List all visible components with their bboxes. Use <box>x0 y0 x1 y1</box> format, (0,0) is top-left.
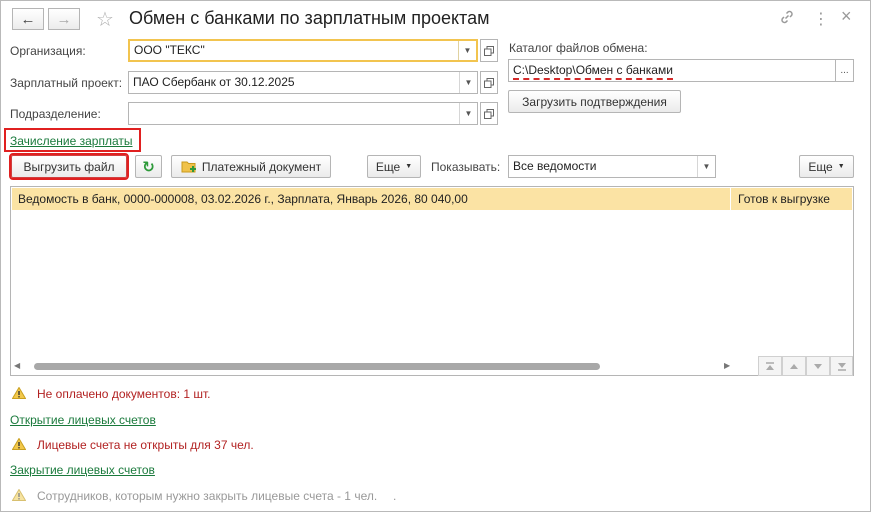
dropdown-arrow-icon[interactable]: ▼ <box>459 72 477 93</box>
trailing-dot: . <box>393 489 397 503</box>
organization-label: Организация: <box>10 44 86 58</box>
back-button[interactable]: ← <box>12 8 44 30</box>
refresh-button[interactable]: ↻ <box>135 155 162 178</box>
export-file-label: Выгрузить файл <box>23 159 115 174</box>
load-confirmations-button[interactable]: Загрузить подтверждения <box>508 90 681 113</box>
salary-project-label: Зарплатный проект: <box>10 76 123 90</box>
favorite-star-icon[interactable]: ☆ <box>96 7 114 32</box>
ellipsis-icon: ... <box>840 65 849 76</box>
payment-document-button[interactable]: Платежный документ <box>171 155 331 178</box>
salary-project-field[interactable]: ПАО Сбербанк от 30.12.2025 ▼ <box>128 71 478 94</box>
warning-icon <box>12 489 26 501</box>
row-navigation <box>758 356 853 376</box>
window-title: Обмен с банками по зарплатным проектам <box>129 8 490 28</box>
catalog-label: Каталог файлов обмена: <box>509 41 648 55</box>
horizontal-scrollbar[interactable]: ◀ ▶ <box>12 359 758 375</box>
unpaid-documents-message: Не оплачено документов: 1 шт. <box>37 387 211 401</box>
statement-status: Готов к выгрузке <box>738 192 830 206</box>
warning-icon <box>12 387 26 399</box>
department-field[interactable]: ▼ <box>128 102 478 125</box>
warning-icon <box>12 438 26 450</box>
column-divider <box>730 188 731 210</box>
forward-button[interactable]: → <box>48 8 80 30</box>
arrow-left-icon: ← <box>20 10 36 28</box>
more-actions-right-button[interactable]: Еще ▼ <box>799 155 854 178</box>
folder-add-icon <box>181 161 196 172</box>
more-actions-label: Еще <box>375 159 401 174</box>
scroll-bottom-icon[interactable] <box>830 356 853 376</box>
scrollbar-thumb[interactable] <box>34 363 600 370</box>
more-menu-icon[interactable]: ⋮ <box>813 9 829 29</box>
employees-to-close-message: Сотрудников, которым нужно закрыть лицев… <box>37 489 378 503</box>
browse-button[interactable]: ... <box>835 59 854 82</box>
payment-document-label: Платежный документ <box>201 159 322 174</box>
department-label: Подразделение: <box>10 107 101 121</box>
open-organization-icon[interactable] <box>480 39 498 62</box>
close-accounts-link[interactable]: Закрытие лицевых счетов <box>10 463 155 477</box>
more-actions-button[interactable]: Еще ▼ <box>367 155 421 178</box>
export-file-button[interactable]: Выгрузить файл <box>9 153 129 180</box>
dropdown-arrow-icon[interactable]: ▼ <box>458 41 476 60</box>
chevron-down-icon: ▼ <box>837 163 845 170</box>
table-row[interactable]: Ведомость в банк, 0000-000008, 03.02.202… <box>12 188 852 210</box>
salary-accrual-link[interactable]: Зачисление зарплаты <box>10 134 133 148</box>
scroll-up-icon[interactable] <box>782 356 806 376</box>
organization-value: ООО "ТЕКС" <box>134 43 205 57</box>
scroll-top-icon[interactable] <box>758 356 782 376</box>
scroll-left-icon[interactable]: ◀ <box>14 361 20 370</box>
statements-table: Ведомость в банк, 0000-000008, 03.02.202… <box>10 186 854 376</box>
link-icon[interactable] <box>779 9 795 28</box>
catalog-value: C:\Desktop\Обмен с банками <box>513 63 673 80</box>
scroll-down-icon[interactable] <box>806 356 830 376</box>
accounts-not-opened-message: Лицевые счета не открыты для 37 чел. <box>37 438 254 452</box>
catalog-field[interactable]: C:\Desktop\Обмен с банками <box>508 59 836 82</box>
refresh-icon: ↻ <box>142 158 155 176</box>
statement-description: Ведомость в банк, 0000-000008, 03.02.202… <box>18 192 468 206</box>
scroll-right-icon[interactable]: ▶ <box>724 361 730 370</box>
open-salary-project-icon[interactable] <box>480 71 498 94</box>
more-actions-right-label: Еще <box>808 159 833 174</box>
open-accounts-link[interactable]: Открытие лицевых счетов <box>10 413 156 427</box>
open-department-icon[interactable] <box>480 102 498 125</box>
chevron-down-icon: ▼ <box>405 163 413 170</box>
show-filter-value: Все ведомости <box>513 159 597 173</box>
close-icon[interactable]: × <box>841 6 852 27</box>
show-filter-select[interactable]: Все ведомости ▼ <box>508 155 716 178</box>
arrow-right-icon: → <box>56 10 72 28</box>
dropdown-arrow-icon[interactable]: ▼ <box>459 103 477 124</box>
organization-field[interactable]: ООО "ТЕКС" ▼ <box>128 39 478 62</box>
window-frame: ← → ☆ Обмен с банками по зарплатным прое… <box>0 0 871 512</box>
show-label: Показывать: <box>431 160 501 174</box>
load-confirmations-label: Загрузить подтверждения <box>522 94 667 109</box>
dropdown-arrow-icon[interactable]: ▼ <box>697 156 715 177</box>
salary-project-value: ПАО Сбербанк от 30.12.2025 <box>133 75 295 89</box>
